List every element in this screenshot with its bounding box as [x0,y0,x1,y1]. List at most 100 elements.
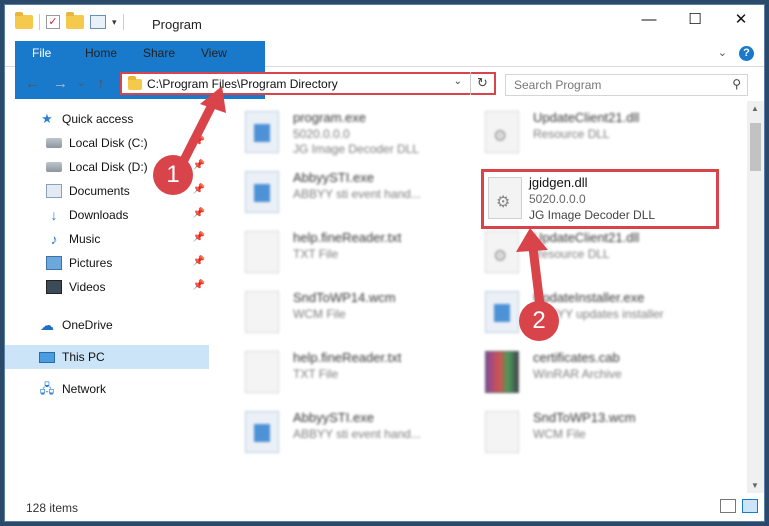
file-description: ABBYY sti event hand... [293,427,421,441]
customize-toolbar-icon[interactable]: ▾ [112,17,117,28]
tab-home[interactable]: Home [71,41,131,66]
pc-icon [39,351,55,363]
sidebar-item-label: Downloads [69,208,129,222]
videos-icon [46,280,62,294]
search-input[interactable]: Search Program ⚲ [505,74,748,96]
close-button[interactable]: ✕ [718,5,764,35]
file-type: WCM File [533,427,586,441]
pin-icon[interactable]: 📌 [193,256,205,267]
scroll-up-icon[interactable]: ▲ [751,104,759,113]
pin-icon[interactable]: 📌 [193,280,205,291]
file-item-jgidgen-dll[interactable]: jgidgen.dll 5020.0.0.0 JG Image Decoder … [481,169,719,229]
vertical-scrollbar[interactable]: ▲ ▼ [747,101,764,493]
scroll-down-icon[interactable]: ▼ [751,481,759,490]
file-item[interactable]: SndToWP13.wcm WCM File [465,405,715,463]
search-icon[interactable]: ⚲ [732,77,741,91]
sidebar-item-label: Videos [69,280,106,294]
file-item[interactable]: UpdateClient21.dll Resource DLL [465,225,715,283]
star-icon: ★ [41,111,53,126]
properties-icon[interactable] [90,15,106,29]
file-type: TXT File [293,247,339,261]
ribbon-tabs: File Home Share View ⌄ ? [5,41,764,99]
refresh-icon[interactable]: ↻ [470,72,494,95]
expand-ribbon-icon[interactable]: ⌄ [718,46,727,61]
file-item[interactable]: AbbyySTI.exe ABBYY sti event hand... [225,165,475,223]
sidebar-item-pictures[interactable]: Pictures 📌 [5,251,209,275]
sidebar-item-quick-access[interactable]: ★ Quick access [5,107,209,131]
file-item[interactable]: SndToWP14.wcm WCM File [225,285,475,343]
address-bar[interactable]: C:\Program Files\Program Directory ⌄ ↻ [120,72,496,95]
address-path[interactable]: C:\Program Files\Program Directory [147,77,338,91]
pictures-icon [46,256,62,270]
file-version: 5020.0.0.0 [529,192,586,206]
step-2-badge: 2 [519,301,559,341]
step-1-badge: 1 [153,155,193,195]
sidebar-item-downloads[interactable]: ↓ Downloads 📌 [5,203,209,227]
pin-icon[interactable]: 📌 [193,232,205,243]
help-icon[interactable]: ? [739,46,754,61]
address-dropdown-icon[interactable]: ⌄ [454,76,462,87]
details-view-icon[interactable] [720,499,736,513]
file-type: WinRAR Archive [533,367,622,381]
pin-icon[interactable]: 📌 [193,136,205,147]
sidebar-item-label: Pictures [69,256,113,270]
file-name: certificates.cab [533,350,620,365]
back-arrow-icon[interactable]: ← [25,75,40,92]
sidebar-item-onedrive[interactable]: ☁ OneDrive [5,313,209,337]
sidebar-item-videos[interactable]: Videos 📌 [5,275,209,299]
navigation-bar: ← → ⌄ ↑ C:\Program Files\Program Directo… [5,69,764,99]
sidebar-item-label: Quick access [62,112,134,126]
text-file-icon [245,291,279,333]
tab-share[interactable]: Share [129,41,189,66]
maximize-button[interactable]: ☐ [672,5,718,35]
tab-view[interactable]: View [187,41,241,66]
text-file-icon [245,231,279,273]
pin-icon[interactable]: 📌 [193,160,205,171]
folder-icon [15,12,33,29]
pin-icon[interactable]: 📌 [193,208,205,219]
file-item[interactable]: UpdateClient21.dll Resource DLL [465,105,715,163]
file-item[interactable]: AbbyySTI.exe ABBYY sti event hand... [225,405,475,463]
new-folder-icon[interactable] [66,12,84,29]
view-buttons [720,499,758,513]
network-icon: 🖧 [39,381,55,396]
pin-icon[interactable]: 📌 [193,184,205,195]
item-count: 128 items [26,501,79,515]
tiles-view-icon[interactable] [742,499,758,513]
dll-file-icon [485,111,519,153]
sidebar-item-local-disk-c[interactable]: Local Disk (C:) 📌 [5,131,209,155]
sidebar-item-network[interactable]: 🖧 Network [5,377,209,401]
recent-locations-icon[interactable]: ⌄ [77,78,85,89]
file-description: Resource DLL [533,247,610,261]
file-type: TXT File [293,367,339,381]
properties-check-icon[interactable]: ✓ [46,15,60,29]
window-title: Program [152,17,202,32]
explorer-window: ✓ ▾ Program — ☐ ✕ File Home Share View ⌄… [4,4,765,522]
up-arrow-icon[interactable]: ↑ [97,75,105,92]
file-name: SndToWP13.wcm [533,410,636,425]
sidebar-item-this-pc[interactable]: This PC [5,345,209,369]
file-item[interactable]: certificates.cab WinRAR Archive [465,345,715,403]
forward-arrow-icon[interactable]: → [53,75,68,92]
file-name: UpdateClient21.dll [533,230,640,245]
file-name: help.fineReader.txt [293,230,402,245]
file-item[interactable]: help.fineReader.txt TXT File [225,345,475,403]
exe-file-icon [485,291,519,333]
file-item[interactable]: program.exe 5020.0.0.0 JG Image Decoder … [225,105,475,163]
minimize-button[interactable]: — [626,5,672,35]
search-placeholder: Search Program [514,78,602,92]
file-item[interactable]: help.fineReader.txt TXT File [225,225,475,283]
archive-file-icon [485,351,519,393]
sidebar-item-label: This PC [62,350,105,364]
sidebar-item-label: Local Disk (C:) [69,136,148,150]
file-version: 5020.0.0.0 [293,127,350,141]
file-name: UpdateClient21.dll [533,110,640,125]
file-name: AbbyySTI.exe [293,410,374,425]
scrollbar-thumb[interactable] [750,123,761,171]
file-description: JG Image Decoder DLL [293,142,420,156]
sidebar-item-music[interactable]: ♪ Music 📌 [5,227,209,251]
file-description: Resource DLL [533,127,610,141]
file-description: JG Image Decoder DLL [529,208,656,222]
file-item[interactable]: UpdateInstaller.exe ABBYY updates instal… [465,285,715,343]
file-name: program.exe [293,110,366,125]
